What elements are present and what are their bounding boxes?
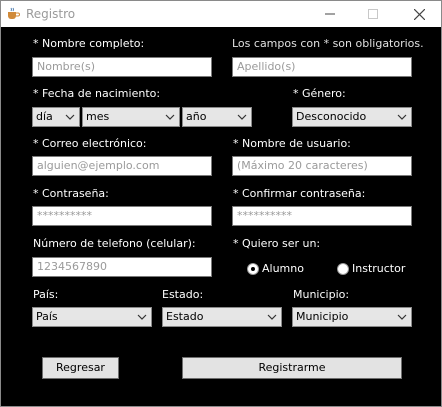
pais-select[interactable]: País xyxy=(32,307,152,327)
municipio-value: Municipio xyxy=(296,310,349,323)
estado-select[interactable]: Estado xyxy=(162,307,282,327)
confirmar-label: * Confirmar contraseña: xyxy=(233,187,366,200)
alumno-label[interactable]: Alumno xyxy=(262,262,304,276)
municipio-label: Municipio: xyxy=(293,288,350,301)
correo-input[interactable]: alguien@ejemplo.com xyxy=(32,156,212,176)
window-title: Registro xyxy=(26,7,76,21)
nombre-label: * Nombre completo: xyxy=(33,37,145,50)
genero-value: Desconocido xyxy=(296,110,367,123)
chevron-down-icon xyxy=(267,314,277,320)
usuario-input[interactable]: (Máximo 20 caracteres) xyxy=(232,156,412,176)
anio-value: año xyxy=(186,110,207,123)
mes-select[interactable]: mes xyxy=(82,107,180,127)
required-note: Los campos con * son obligatorios. xyxy=(232,37,424,50)
dia-value: día xyxy=(36,110,53,123)
chevron-down-icon xyxy=(237,114,247,120)
contrasena-input[interactable]: ********** xyxy=(32,206,212,226)
mes-value: mes xyxy=(86,110,110,123)
nombre-input[interactable]: Nombre(s) xyxy=(32,57,212,77)
maximize-button[interactable] xyxy=(351,1,395,27)
telefono-input[interactable]: 1234567890 xyxy=(32,257,212,277)
chevron-down-icon xyxy=(397,114,407,120)
minimize-button[interactable] xyxy=(308,1,352,27)
title-bar: Registro xyxy=(1,1,441,27)
instructor-radio[interactable] xyxy=(337,263,349,275)
genero-select[interactable]: Desconocido xyxy=(292,107,412,127)
registro-window: Registro * Nombre completo: Los campos c… xyxy=(0,0,442,407)
maximize-icon xyxy=(368,9,378,19)
contrasena-label: * Contraseña: xyxy=(33,187,109,200)
close-icon xyxy=(413,8,425,20)
instructor-label[interactable]: Instructor xyxy=(352,262,405,276)
pais-label: País: xyxy=(33,288,59,301)
chevron-down-icon xyxy=(397,314,407,320)
pais-value: País xyxy=(36,310,58,323)
correo-label: * Correo electrónico: xyxy=(33,137,147,150)
rol-label: * Quiero ser un: xyxy=(233,237,321,250)
minimize-icon xyxy=(325,13,335,15)
anio-select[interactable]: año xyxy=(182,107,252,127)
estado-label: Estado: xyxy=(162,288,204,301)
chevron-down-icon xyxy=(137,314,147,320)
java-cup-icon xyxy=(8,7,20,19)
usuario-label: * Nombre de usuario: xyxy=(233,137,351,150)
apellido-input[interactable]: Apellido(s) xyxy=(232,57,412,77)
close-button[interactable] xyxy=(397,1,441,27)
chevron-down-icon xyxy=(65,114,75,120)
confirmar-input[interactable]: ********** xyxy=(232,206,412,226)
genero-label: * Género: xyxy=(293,87,346,100)
fecha-label: * Fecha de nacimiento: xyxy=(33,87,161,100)
municipio-select[interactable]: Municipio xyxy=(292,307,412,327)
regresar-button[interactable]: Regresar xyxy=(42,357,119,379)
telefono-label: Número de telefono (celular): xyxy=(33,237,196,250)
chevron-down-icon xyxy=(165,114,175,120)
estado-value: Estado xyxy=(166,310,204,323)
dia-select[interactable]: día xyxy=(32,107,80,127)
registrarme-button[interactable]: Registrarme xyxy=(182,357,402,379)
form-panel: * Nombre completo: Los campos con * son … xyxy=(1,27,441,406)
alumno-radio[interactable] xyxy=(247,263,259,275)
